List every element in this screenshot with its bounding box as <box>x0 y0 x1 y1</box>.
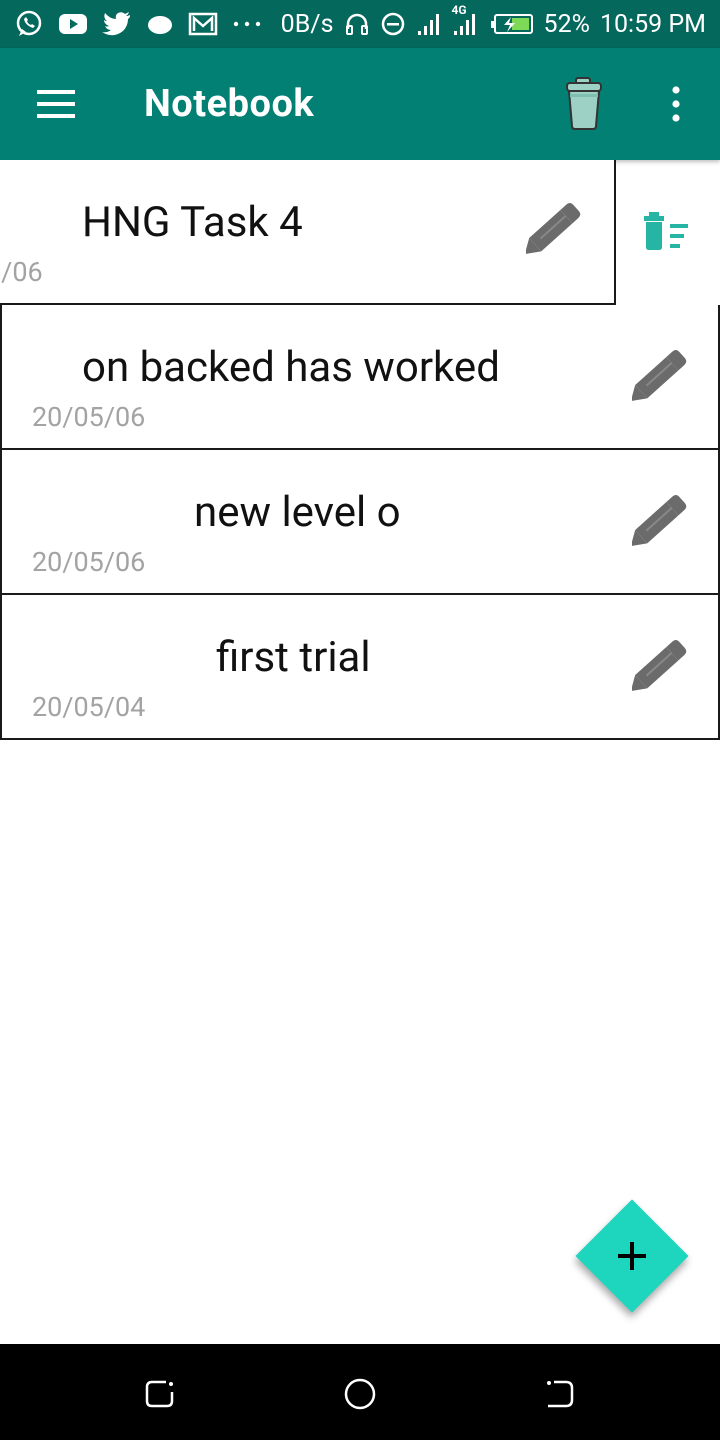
notification-icons <box>14 9 262 39</box>
headphones-icon <box>344 11 370 37</box>
back-button[interactable] <box>540 1374 580 1414</box>
pencil-icon <box>630 640 687 692</box>
note-date: 20/05/04 <box>32 691 146 723</box>
edit-note-button[interactable] <box>524 196 586 256</box>
twitter-icon <box>102 11 132 37</box>
note-item[interactable]: first trial 20/05/04 <box>0 595 720 740</box>
cloud-icon <box>146 12 174 36</box>
more-notifications-icon <box>232 19 262 29</box>
status-bar: 0B/s 4G 52% 10:59 PM <box>0 0 720 48</box>
edit-note-button[interactable] <box>630 488 692 548</box>
home-button[interactable] <box>340 1374 380 1414</box>
note-item[interactable]: on backed has worked 20/05/06 <box>0 305 720 450</box>
gmail-icon <box>188 11 218 37</box>
edit-note-button[interactable] <box>630 633 692 693</box>
recents-button[interactable] <box>140 1374 180 1414</box>
network-type: 4G <box>451 3 467 17</box>
app-bar: Notebook <box>0 48 720 160</box>
delete-sweep-icon <box>643 212 688 250</box>
system-status: 0B/s 4G 52% 10:59 PM <box>280 3 706 39</box>
swipe-delete-button[interactable] <box>614 160 720 302</box>
note-item[interactable]: HNG Task 4 5/06 <box>0 160 616 305</box>
note-title: on backed has worked <box>82 343 500 392</box>
page-title: Notebook <box>144 82 315 126</box>
battery-percent: 52% <box>543 9 590 39</box>
pencil-icon <box>630 495 687 547</box>
edit-note-button[interactable] <box>630 343 692 403</box>
note-title: new level o <box>194 488 401 537</box>
youtube-icon <box>58 12 88 36</box>
battery-charging-icon <box>490 12 534 36</box>
navigation-bar <box>0 1344 720 1440</box>
network-speed: 0B/s <box>280 9 334 39</box>
delete-all-button[interactable] <box>560 74 610 134</box>
note-title: HNG Task 4 <box>82 198 303 247</box>
note-item[interactable]: new level o 20/05/06 <box>0 450 720 595</box>
add-note-button[interactable] <box>575 1199 689 1313</box>
menu-button[interactable] <box>26 82 86 126</box>
do-not-disturb-icon <box>380 11 406 37</box>
note-title: first trial <box>216 633 371 682</box>
pencil-icon <box>630 350 687 402</box>
pencil-icon <box>524 203 581 255</box>
back-icon <box>547 1380 574 1408</box>
note-date: 20/05/06 <box>32 546 146 578</box>
whatsapp-icon <box>14 9 44 39</box>
clock: 10:59 PM <box>599 9 706 39</box>
note-date: 5/06 <box>0 256 43 288</box>
home-icon <box>344 1378 376 1410</box>
recents-icon <box>145 1380 174 1408</box>
signal-icon <box>416 11 442 37</box>
signal-4g-icon: 4G <box>452 3 480 37</box>
note-date: 20/05/06 <box>32 401 146 433</box>
hamburger-menu-icon <box>37 90 75 118</box>
more-vert-icon <box>672 86 680 122</box>
trash-icon <box>566 77 602 130</box>
overflow-menu-button[interactable] <box>660 84 692 124</box>
